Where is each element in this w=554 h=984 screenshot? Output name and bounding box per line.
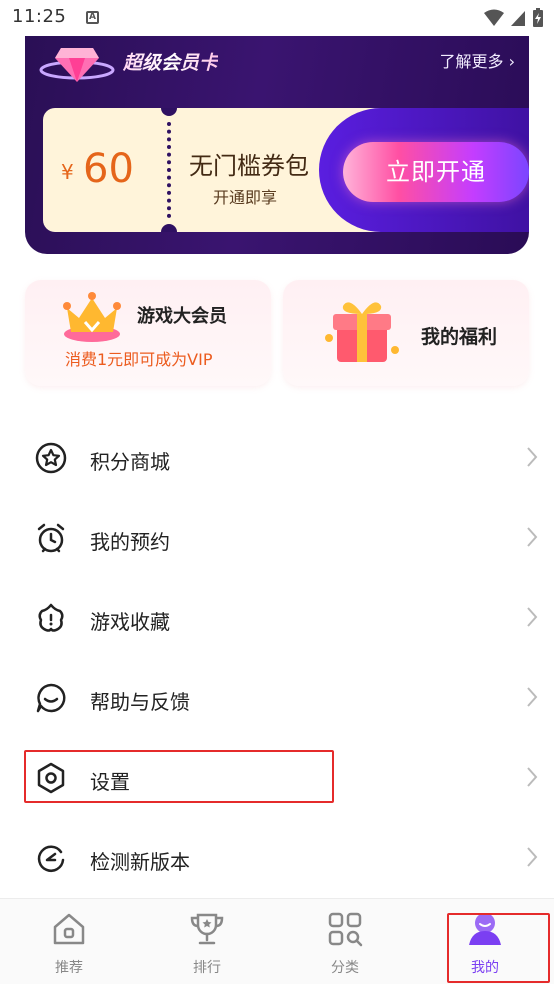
wifi-icon xyxy=(484,9,504,26)
chevron-right-icon xyxy=(527,687,538,707)
coupon-divider xyxy=(167,122,171,218)
chevron-right-icon xyxy=(527,847,538,867)
menu-item-points-mall[interactable]: 积分商城 xyxy=(0,418,554,498)
refresh-icon xyxy=(37,845,65,872)
my-benefits-card[interactable]: 我的福利 xyxy=(283,280,529,386)
my-benefits-title: 我的福利 xyxy=(421,326,498,348)
menu-item-settings[interactable]: 设置 xyxy=(0,738,554,818)
activate-now-button[interactable]: 立即开通 xyxy=(343,142,529,202)
coupon-currency: ¥ xyxy=(61,160,74,184)
gift-box-icon xyxy=(325,302,399,362)
chat-smile-icon xyxy=(36,683,66,713)
menu-item-label: 游戏收藏 xyxy=(90,610,170,634)
vip-card-title: 超级会员卡 xyxy=(123,48,218,75)
star-circle-icon xyxy=(35,442,67,474)
signal-icon xyxy=(511,11,525,26)
chevron-right-icon xyxy=(527,447,538,467)
nav-tab-label: 排行 xyxy=(193,960,221,976)
coupon-notch xyxy=(161,224,177,232)
nav-tab-ranking[interactable]: 排行 xyxy=(138,899,276,984)
vip-membership-card[interactable]: 超级会员卡 了解更多 › ¥ 60 无门槛券包 开通即享 立即开通 xyxy=(25,36,529,254)
trophy-icon xyxy=(190,913,224,945)
bottom-navigation: 推荐 排行 分类 我的 xyxy=(0,898,554,984)
status-time: 11:25 xyxy=(12,6,67,27)
app-notification-icon: A xyxy=(86,11,99,24)
chevron-right-icon xyxy=(527,767,538,787)
home-icon xyxy=(53,913,85,945)
profile-icon xyxy=(469,913,501,945)
nav-tab-mine[interactable]: 我的 xyxy=(416,899,554,984)
nav-tab-recommend[interactable]: 推荐 xyxy=(0,899,138,984)
coupon-ticket: ¥ 60 无门槛券包 开通即享 立即开通 xyxy=(43,108,529,232)
coupon-amount: 60 xyxy=(83,146,134,192)
status-bar: 11:25 A xyxy=(0,0,554,36)
nav-tab-label: 我的 xyxy=(471,960,499,976)
diamond-planet-icon xyxy=(39,48,115,82)
flower-star-icon xyxy=(38,603,64,632)
menu-item-reservations[interactable]: 我的预约 xyxy=(0,498,554,578)
menu-item-label: 设置 xyxy=(90,770,130,794)
alarm-clock-icon xyxy=(37,523,65,553)
chevron-right-icon xyxy=(527,527,538,547)
hexagon-settings-icon xyxy=(37,762,65,794)
chevron-right-icon xyxy=(527,607,538,627)
menu-item-label: 检测新版本 xyxy=(90,850,190,874)
menu-item-check-update[interactable]: 检测新版本 xyxy=(0,818,554,898)
menu-item-help-feedback[interactable]: 帮助与反馈 xyxy=(0,658,554,738)
coupon-subtitle: 开通即享 xyxy=(213,188,278,207)
nav-tab-category[interactable]: 分类 xyxy=(276,899,414,984)
coupon-notch xyxy=(161,108,177,116)
nav-tab-label: 分类 xyxy=(331,960,359,976)
game-membership-card[interactable]: 游戏大会员 消费1元即可成为VIP xyxy=(25,280,271,386)
status-indicators xyxy=(484,8,544,28)
menu-item-label: 帮助与反馈 xyxy=(90,690,190,714)
battery-icon xyxy=(533,8,543,27)
nav-tab-label: 推荐 xyxy=(55,960,83,976)
settings-menu-list: 积分商城 我的预约 游戏收藏 帮助与反馈 设置 检测新版本 xyxy=(0,418,554,898)
coupon-name: 无门槛券包 xyxy=(189,152,309,180)
learn-more-link[interactable]: 了解更多 › xyxy=(440,48,516,72)
menu-item-label: 我的预约 xyxy=(90,530,170,554)
menu-item-label: 积分商城 xyxy=(90,450,170,474)
game-membership-title: 游戏大会员 xyxy=(137,306,227,327)
crown-icon xyxy=(63,292,121,342)
menu-item-game-favorites[interactable]: 游戏收藏 xyxy=(0,578,554,658)
grid-icon xyxy=(328,912,363,947)
game-membership-subtitle: 消费1元即可成为VIP xyxy=(65,350,213,369)
